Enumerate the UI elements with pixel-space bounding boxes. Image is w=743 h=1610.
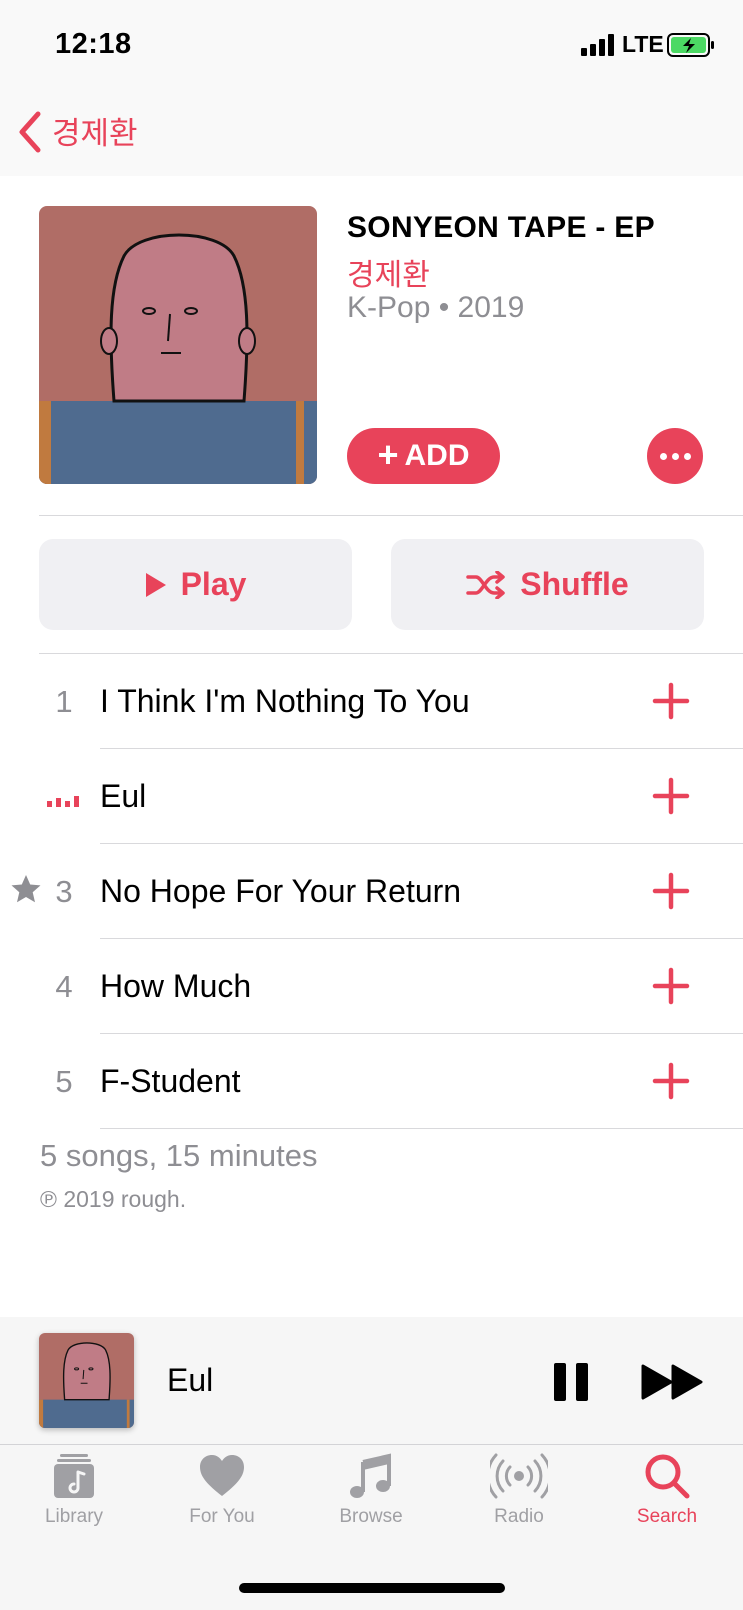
album-title: SONYEON TAPE - EP (347, 211, 655, 244)
album-artwork[interactable] (39, 206, 317, 484)
track-row[interactable]: Eul (0, 749, 743, 844)
plus-icon: + (377, 433, 399, 475)
album-artist-link[interactable]: 경제환 (347, 250, 430, 294)
tab-search[interactable]: Search (597, 1452, 737, 1528)
add-label: ADD (404, 439, 470, 472)
track-number: 3 (55, 874, 73, 909)
copyright-text: ℗ 2019 rough. (40, 1186, 187, 1212)
mini-player-title: Eul (167, 1362, 214, 1398)
tab-label: Radio (494, 1506, 544, 1527)
tab-label: For You (189, 1506, 255, 1527)
add-track-plus-icon[interactable] (652, 1062, 690, 1100)
star-icon (11, 875, 41, 903)
track-title: Eul (100, 778, 147, 814)
play-icon (145, 572, 166, 597)
add-track-plus-icon[interactable] (652, 967, 690, 1005)
more-dots-icon (659, 452, 667, 460)
back-chevron-icon[interactable] (16, 110, 44, 154)
mini-player-artwork[interactable] (39, 1333, 134, 1428)
status-time: 12:18 (55, 28, 132, 60)
shuffle-button[interactable]: Shuffle (391, 539, 704, 630)
track-number: 5 (55, 1064, 73, 1099)
more-options-button[interactable] (647, 428, 703, 484)
track-number: 4 (55, 969, 73, 1004)
signal-icon (581, 34, 614, 56)
add-track-plus-icon[interactable] (652, 777, 690, 815)
now-playing-bars-icon (47, 796, 79, 807)
album-summary: 5 songs, 15 minutes (40, 1138, 318, 1173)
tab-for-you[interactable]: For You (152, 1452, 292, 1528)
add-track-plus-icon[interactable] (652, 682, 690, 720)
back-button[interactable]: 경제환 (52, 108, 138, 153)
fast-forward-icon[interactable] (641, 1364, 704, 1400)
track-row[interactable]: 1 I Think I'm Nothing To You (0, 654, 743, 749)
play-label: Play (180, 566, 247, 602)
tab-radio[interactable]: Radio (449, 1452, 589, 1528)
track-title: How Much (100, 968, 252, 1004)
track-title: No Hope For Your Return (100, 873, 462, 909)
row-divider (100, 1128, 743, 1129)
network-label: LTE (622, 31, 664, 57)
tab-label: Search (636, 1506, 698, 1527)
search-icon (645, 1454, 690, 1499)
heart-icon (200, 1455, 244, 1496)
album-genre-year: K-Pop • 2019 (347, 291, 525, 324)
tab-label: Browse (339, 1506, 403, 1527)
shuffle-icon (466, 570, 506, 599)
battery-icon (667, 33, 714, 57)
tab-library[interactable]: Library (4, 1452, 144, 1528)
track-number: 1 (55, 684, 73, 719)
shuffle-label: Shuffle (520, 566, 629, 602)
track-title: F-Student (100, 1063, 241, 1099)
play-button[interactable]: Play (39, 539, 352, 630)
home-indicator[interactable] (239, 1583, 505, 1593)
header-divider (39, 515, 743, 516)
radio-icon (490, 1453, 548, 1499)
library-icon (54, 1454, 94, 1498)
track-row[interactable]: 4 How Much (0, 939, 743, 1034)
tab-browse[interactable]: Browse (301, 1452, 441, 1528)
add-track-plus-icon[interactable] (652, 872, 690, 910)
tab-label: Library (44, 1506, 104, 1527)
music-note-icon (350, 1453, 391, 1498)
pause-icon[interactable] (553, 1362, 589, 1402)
track-row[interactable]: 5 F-Student (0, 1034, 743, 1129)
track-title: I Think I'm Nothing To You (100, 683, 470, 719)
add-album-button[interactable]: + ADD (347, 428, 500, 484)
track-row[interactable]: 3 No Hope For Your Return (0, 844, 743, 939)
